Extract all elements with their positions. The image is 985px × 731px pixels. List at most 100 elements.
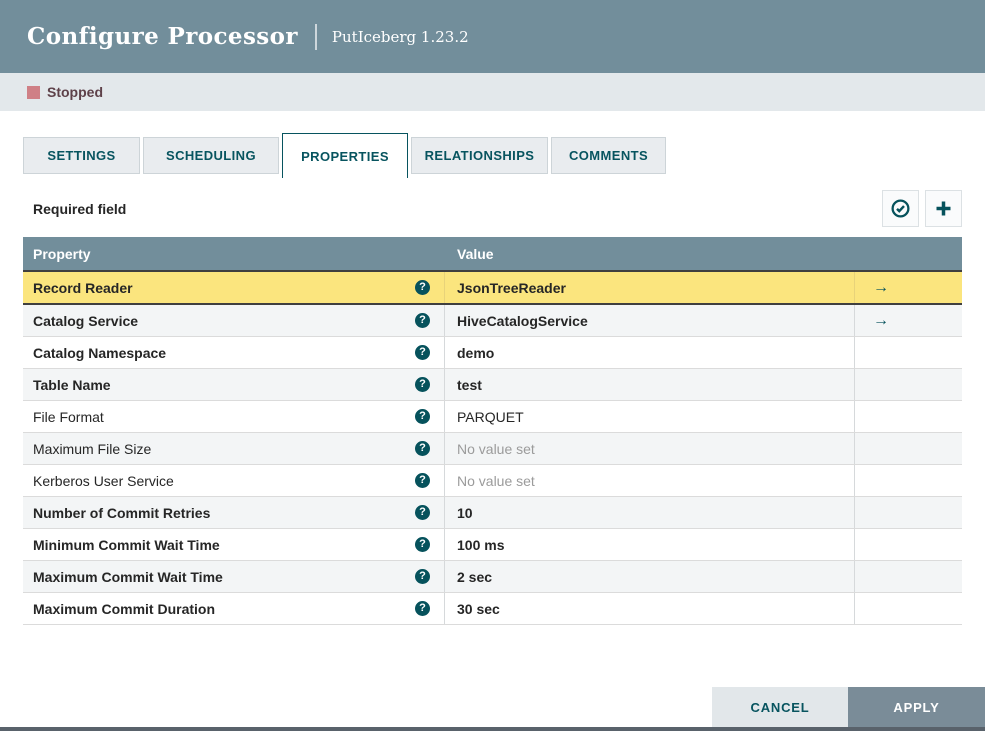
dialog-title: Configure Processor [27, 23, 298, 50]
property-name: Kerberos User Service [33, 472, 174, 489]
property-name-cell: Maximum Commit Wait Time? [23, 561, 445, 592]
property-value: test [457, 376, 482, 393]
go-to-service-arrow-icon[interactable]: → [873, 279, 889, 297]
tab-comments[interactable]: COMMENTS [551, 137, 666, 174]
go-to-service-arrow-icon[interactable]: → [873, 312, 889, 330]
property-value-cell[interactable]: No value set [445, 465, 855, 496]
question-circle-icon[interactable]: ? [415, 505, 430, 520]
tab-settings[interactable]: SETTINGS [23, 137, 140, 174]
property-name: File Format [33, 408, 104, 425]
property-value: HiveCatalogService [457, 312, 588, 329]
dialog-content: SETTINGS SCHEDULING PROPERTIES RELATIONSHIP… [0, 133, 985, 625]
property-name: Minimum Commit Wait Time [33, 536, 220, 553]
question-circle-icon[interactable]: ? [415, 345, 430, 360]
tab-relationships[interactable]: RELATIONSHIPS [411, 137, 548, 174]
question-circle-icon[interactable]: ? [415, 601, 430, 616]
question-circle-icon[interactable]: ? [415, 569, 430, 584]
property-row[interactable]: Number of Commit Retries? 10 [23, 497, 962, 529]
cancel-button[interactable]: CANCEL [712, 687, 848, 727]
property-row[interactable]: Minimum Commit Wait Time? 100 ms [23, 529, 962, 561]
property-value-cell[interactable]: HiveCatalogService [445, 305, 855, 336]
actions-cell [855, 561, 962, 592]
property-row[interactable]: Maximum Commit Duration? 30 sec [23, 593, 962, 625]
title-divider [314, 23, 317, 50]
tab-properties[interactable]: PROPERTIES [282, 133, 408, 178]
property-row[interactable]: File Format? PARQUET [23, 401, 962, 433]
property-value: demo [457, 344, 495, 361]
property-name-cell: Catalog Service? [23, 305, 445, 336]
canvas-edge-line [0, 727, 985, 731]
dialog-header: Configure Processor PutIceberg 1.23.2 [0, 0, 985, 73]
property-value-cell[interactable]: 2 sec [445, 561, 855, 592]
toolbar-buttons [882, 190, 962, 227]
property-name: Record Reader [33, 279, 133, 296]
actions-cell [855, 337, 962, 368]
question-circle-icon[interactable]: ? [415, 313, 430, 328]
properties-toolbar: Required field [23, 190, 962, 227]
property-value-cell[interactable]: 10 [445, 497, 855, 528]
property-name: Maximum File Size [33, 440, 152, 457]
actions-cell [855, 433, 962, 464]
dialog-footer: CANCEL APPLY [712, 687, 985, 727]
property-name-cell: Kerberos User Service? [23, 465, 445, 496]
plus-icon [933, 198, 954, 219]
property-row[interactable]: Record Reader? JsonTreeReader → [23, 270, 962, 305]
question-circle-icon[interactable]: ? [415, 473, 430, 488]
actions-cell [855, 593, 962, 624]
property-name-cell: Table Name? [23, 369, 445, 400]
property-row[interactable]: Kerberos User Service? No value set [23, 465, 962, 497]
question-circle-icon[interactable]: ? [415, 409, 430, 424]
actions-cell [855, 465, 962, 496]
column-header-value: Value [457, 245, 494, 262]
column-header-property: Property [33, 245, 91, 262]
apply-button[interactable]: APPLY [848, 687, 985, 727]
property-row[interactable]: Table Name? test [23, 369, 962, 401]
add-property-button[interactable] [925, 190, 962, 227]
property-name: Maximum Commit Duration [33, 600, 216, 617]
actions-cell: → [855, 272, 962, 303]
question-circle-icon[interactable]: ? [415, 537, 430, 552]
property-name: Catalog Service [33, 312, 139, 329]
question-circle-icon[interactable]: ? [415, 280, 430, 295]
configure-processor-dialog: Configure Processor PutIceberg 1.23.2 St… [0, 0, 985, 731]
property-value: PARQUET [457, 408, 524, 425]
property-value-cell[interactable]: 30 sec [445, 593, 855, 624]
actions-cell [855, 529, 962, 560]
property-value: No value set [457, 472, 535, 489]
property-name-cell: Catalog Namespace? [23, 337, 445, 368]
table-body: Record Reader? JsonTreeReader → Catalog Ser… [23, 270, 962, 625]
tab-scheduling[interactable]: SCHEDULING [143, 137, 279, 174]
property-value-cell[interactable]: No value set [445, 433, 855, 464]
property-name-cell: Maximum Commit Duration? [23, 593, 445, 624]
property-name: Number of Commit Retries [33, 504, 211, 521]
question-circle-icon[interactable]: ? [415, 377, 430, 392]
question-circle-icon[interactable]: ? [415, 441, 430, 456]
property-value: 30 sec [457, 600, 500, 617]
status-bar: Stopped [0, 73, 985, 111]
processor-type-version: PutIceberg 1.23.2 [331, 27, 469, 46]
verify-properties-button[interactable] [882, 190, 919, 227]
property-value-cell[interactable]: PARQUET [445, 401, 855, 432]
property-row[interactable]: Catalog Service? HiveCatalogService → [23, 305, 962, 337]
property-row[interactable]: Maximum Commit Wait Time? 2 sec [23, 561, 962, 593]
property-value: 10 [457, 504, 473, 521]
actions-cell: → [855, 305, 962, 336]
property-name: Catalog Namespace [33, 344, 167, 361]
stopped-status-icon [27, 85, 40, 99]
property-value-cell[interactable]: test [445, 369, 855, 400]
property-name-cell: Maximum File Size? [23, 433, 445, 464]
property-value-cell[interactable]: 100 ms [445, 529, 855, 560]
property-row[interactable]: Catalog Namespace? demo [23, 337, 962, 369]
actions-cell [855, 369, 962, 400]
property-name-cell: Record Reader? [23, 272, 445, 303]
property-row[interactable]: Maximum File Size? No value set [23, 433, 962, 465]
property-name-cell: Number of Commit Retries? [23, 497, 445, 528]
property-name: Maximum Commit Wait Time [33, 568, 223, 585]
table-header: Property Value [23, 237, 962, 270]
property-value: 2 sec [457, 568, 493, 585]
tab-bar: SETTINGS SCHEDULING PROPERTIES RELATIONSHIP… [23, 133, 962, 178]
property-value: 100 ms [457, 536, 505, 553]
property-value-cell[interactable]: JsonTreeReader [445, 272, 855, 303]
property-value-cell[interactable]: demo [445, 337, 855, 368]
actions-cell [855, 497, 962, 528]
